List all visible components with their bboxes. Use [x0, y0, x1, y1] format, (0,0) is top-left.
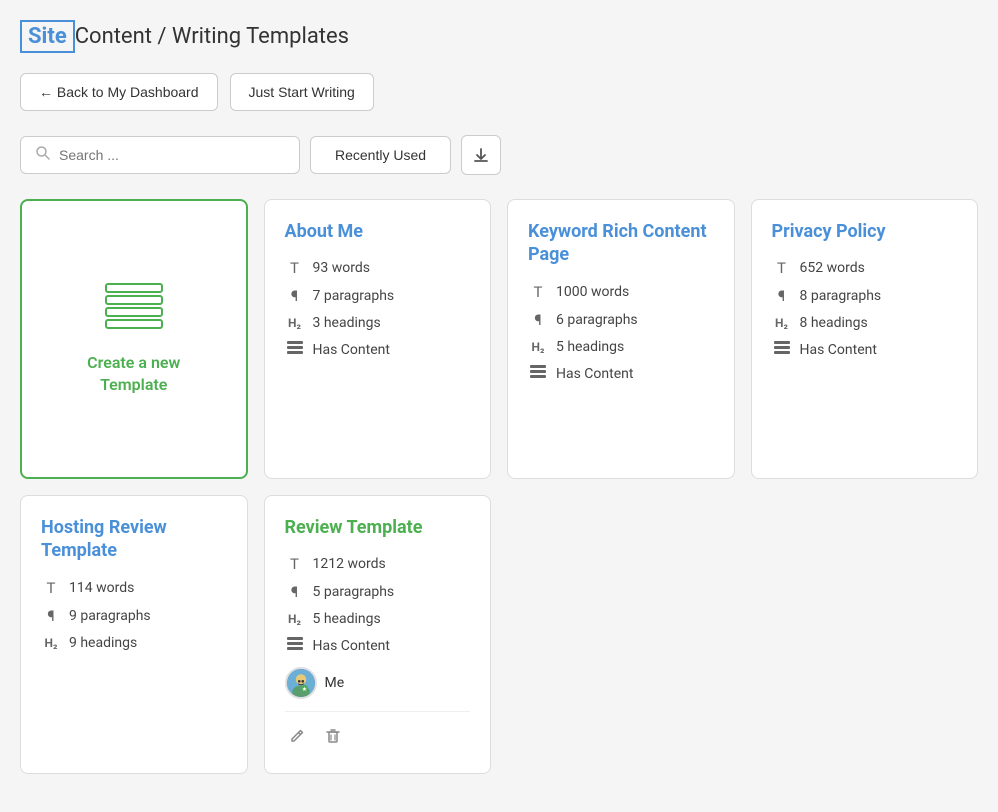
keyword-rich-content: Has Content — [528, 365, 714, 383]
review-template-card: Review Template T 1212 words ¶ 5 paragra… — [264, 495, 492, 774]
hosting-review-headings: H₂ 9 headings — [41, 635, 227, 651]
privacy-policy-headings: H₂ 8 headings — [772, 315, 958, 331]
about-me-words: T 93 words — [285, 259, 471, 277]
review-template-paragraphs: ¶ 5 paragraphs — [285, 583, 471, 601]
content-icon — [528, 365, 548, 383]
brand-label: Site — [20, 20, 75, 53]
card-actions — [285, 711, 471, 753]
paragraph-icon: ¶ — [772, 287, 792, 305]
heading-icon: H₂ — [41, 636, 61, 650]
heading-icon: H₂ — [772, 316, 792, 330]
content-icon — [772, 341, 792, 359]
content-icon — [285, 637, 305, 655]
about-me-content: Has Content — [285, 341, 471, 359]
keyword-rich-words: T 1000 words — [528, 283, 714, 301]
paragraph-icon: ¶ — [41, 607, 61, 625]
privacy-policy-title[interactable]: Privacy Policy — [772, 220, 958, 243]
keyword-rich-paragraphs: ¶ 6 paragraphs — [528, 311, 714, 329]
about-me-title[interactable]: About Me — [285, 220, 471, 243]
recently-used-button[interactable]: Recently Used — [310, 136, 451, 174]
avatar-name: Me — [325, 675, 345, 691]
keyword-rich-title[interactable]: Keyword Rich Content Page — [528, 220, 714, 267]
search-bar: Recently Used — [20, 135, 978, 175]
keyword-rich-headings: H₂ 5 headings — [528, 339, 714, 355]
cards-grid-bottom: Hosting Review Template T 114 words ¶ 9 … — [20, 495, 978, 774]
edit-button[interactable] — [285, 724, 309, 753]
text-icon: T — [285, 555, 305, 573]
page-title: Content / Writing Templates — [75, 24, 349, 49]
about-me-paragraphs: ¶ 7 paragraphs — [285, 287, 471, 305]
text-icon: T — [772, 259, 792, 277]
download-sort-button[interactable] — [461, 135, 501, 175]
text-icon: T — [41, 579, 61, 597]
search-icon — [35, 145, 51, 165]
avatar-row: ★ Me — [285, 667, 471, 699]
hosting-review-words: T 114 words — [41, 579, 227, 597]
avatar: ★ — [285, 667, 317, 699]
hosting-review-card: Hosting Review Template T 114 words ¶ 9 … — [20, 495, 248, 774]
action-bar: ← Back to My Dashboard Just Start Writin… — [20, 73, 978, 111]
create-template-icon — [104, 282, 164, 336]
search-input-wrap — [20, 136, 300, 174]
review-template-headings: H₂ 5 headings — [285, 611, 471, 627]
text-icon: T — [285, 259, 305, 277]
heading-icon: H₂ — [285, 316, 305, 330]
hosting-review-title[interactable]: Hosting Review Template — [41, 516, 227, 563]
hosting-review-paragraphs: ¶ 9 paragraphs — [41, 607, 227, 625]
paragraph-icon: ¶ — [285, 287, 305, 305]
review-template-title[interactable]: Review Template — [285, 516, 471, 539]
svg-text:★: ★ — [301, 686, 306, 693]
search-input[interactable] — [59, 147, 285, 163]
just-start-writing-button[interactable]: Just Start Writing — [230, 73, 374, 111]
heading-icon: H₂ — [285, 612, 305, 626]
create-template-label: Create a newTemplate — [87, 352, 180, 397]
page-header: Site Content / Writing Templates — [20, 20, 978, 53]
privacy-policy-content: Has Content — [772, 341, 958, 359]
cards-grid-top: Create a newTemplate About Me T 93 words… — [20, 199, 978, 479]
text-icon: T — [528, 283, 548, 301]
privacy-policy-paragraphs: ¶ 8 paragraphs — [772, 287, 958, 305]
paragraph-icon: ¶ — [528, 311, 548, 329]
about-me-headings: H₂ 3 headings — [285, 315, 471, 331]
about-me-card: About Me T 93 words ¶ 7 paragraphs H₂ 3 … — [264, 199, 492, 479]
keyword-rich-card: Keyword Rich Content Page T 1000 words ¶… — [507, 199, 735, 479]
content-icon — [285, 341, 305, 359]
review-template-words: T 1212 words — [285, 555, 471, 573]
privacy-policy-words: T 652 words — [772, 259, 958, 277]
back-to-dashboard-button[interactable]: ← Back to My Dashboard — [20, 73, 218, 111]
delete-button[interactable] — [321, 724, 345, 753]
heading-icon: H₂ — [528, 340, 548, 354]
create-new-template-card[interactable]: Create a newTemplate — [20, 199, 248, 479]
review-template-content: Has Content — [285, 637, 471, 655]
paragraph-icon: ¶ — [285, 583, 305, 601]
privacy-policy-card: Privacy Policy T 652 words ¶ 8 paragraph… — [751, 199, 979, 479]
